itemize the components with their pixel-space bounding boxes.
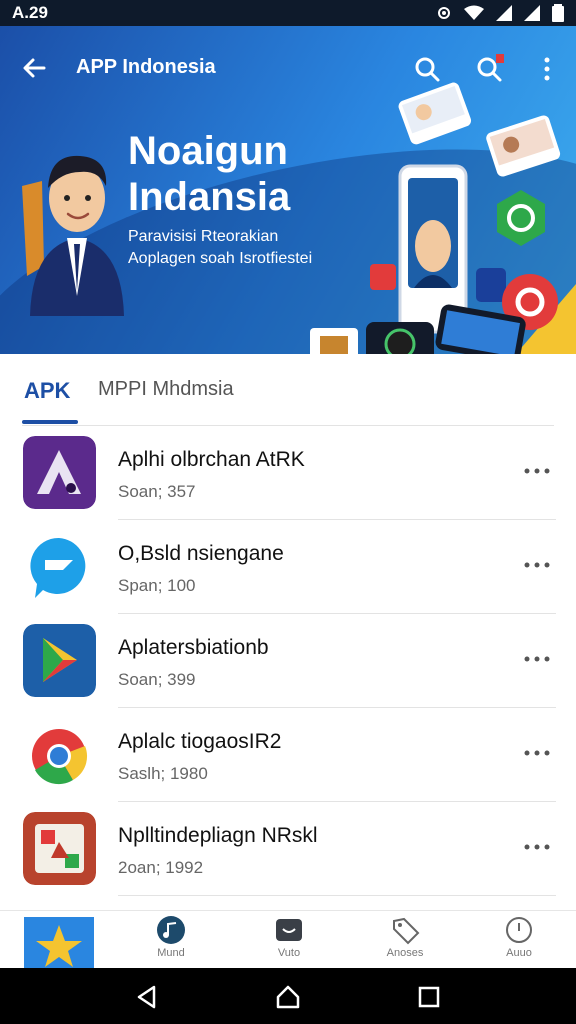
music-icon <box>157 916 185 944</box>
play-store-app-icon <box>23 624 96 697</box>
nav-item-clock[interactable]: Auuo <box>484 915 554 959</box>
phones-illustration <box>310 82 561 354</box>
app-list: Aplhi olbrchan AtRK Soan; 357 O,Bsld nsi… <box>0 426 576 896</box>
nav-label: Anoses <box>386 947 424 959</box>
status-bar: A.29 <box>0 0 576 26</box>
more-horizontal-icon[interactable] <box>522 832 552 862</box>
battery-icon <box>552 4 564 22</box>
app-name: Aplatersbiationb <box>118 636 269 659</box>
app-meta: Soan; 357 <box>118 482 196 501</box>
system-navigation-bar <box>0 968 576 1024</box>
app-meta: 2oan; 1992 <box>118 858 204 877</box>
app-title: APP Indonesia <box>76 56 216 78</box>
chat-bubble-app-icon <box>23 530 96 603</box>
more-horizontal-icon[interactable] <box>522 456 552 486</box>
app-meta: Span; 100 <box>118 576 196 595</box>
mascot-illustration <box>22 155 124 316</box>
bottom-navigation: Mund Vuto Anoses Auuo <box>0 910 576 969</box>
list-item[interactable]: Aplalc tiogaosIR2 Saslh; 1980 <box>0 708 576 802</box>
star-app-icon[interactable] <box>24 917 94 969</box>
more-horizontal-icon[interactable] <box>522 550 552 580</box>
more-horizontal-icon[interactable] <box>522 644 552 674</box>
nav-item-tags[interactable]: Anoses <box>370 915 440 959</box>
nav-label: Vuto <box>277 947 301 959</box>
app-name: Nplltindepliagn NRskl <box>118 824 318 847</box>
app-meta: Soan; 399 <box>118 670 196 689</box>
status-icons <box>436 4 564 22</box>
purple-a-app-icon <box>23 436 96 509</box>
app-name: Aplhi olbrchan AtRK <box>118 448 305 471</box>
nav-label: Auuo <box>506 947 532 959</box>
tag-icon <box>393 917 420 945</box>
nav-item-games[interactable]: Vuto <box>254 915 324 959</box>
tab-active-indicator <box>22 420 78 424</box>
tab-bar: APK MPPI Mhdmsia <box>0 354 576 426</box>
app-name: Aplalc tiogaosIR2 <box>118 730 282 753</box>
list-item[interactable]: O,Bsld nsiengane Span; 100 <box>0 520 576 614</box>
signal-icon <box>524 5 540 21</box>
back-triangle-icon[interactable] <box>134 984 160 1010</box>
recents-square-icon[interactable] <box>416 984 442 1010</box>
list-item[interactable]: Nplltindepliagn NRskl 2oan; 1992 <box>0 802 576 896</box>
nav-item-music[interactable]: Mund <box>136 915 206 959</box>
game-controller-icon <box>276 919 302 941</box>
hero-banner: APP Indonesia Noaigun Indansia Paravisis… <box>0 26 576 354</box>
home-icon[interactable] <box>275 984 301 1010</box>
status-time: A.29 <box>12 3 48 22</box>
app-name: O,Bsld nsiengane <box>118 542 284 565</box>
settings-icon <box>438 7 450 19</box>
signal-icon <box>496 5 512 21</box>
wifi-icon <box>464 5 484 20</box>
chrome-app-icon <box>23 718 96 791</box>
divider <box>118 895 556 896</box>
tab-app-indonesia[interactable]: MPPI Mhdmsia <box>98 378 234 401</box>
clock-icon <box>506 917 532 943</box>
list-item[interactable]: Aplhi olbrchan AtRK Soan; 357 <box>0 426 576 520</box>
list-item[interactable]: Aplatersbiationb Soan; 399 <box>0 614 576 708</box>
photo-app-icon <box>23 812 96 885</box>
app-meta: Saslh; 1980 <box>118 764 208 783</box>
nav-label: Mund <box>157 947 185 959</box>
back-arrow-icon[interactable] <box>18 52 50 84</box>
more-horizontal-icon[interactable] <box>522 738 552 768</box>
tab-apk[interactable]: APK <box>24 378 70 404</box>
